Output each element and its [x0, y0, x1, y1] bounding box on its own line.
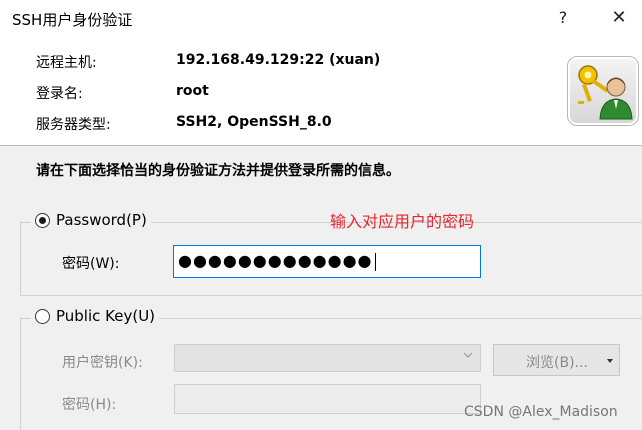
- passphrase-label: 密码(H):: [62, 397, 117, 413]
- password-radio-label: Password(P): [56, 211, 147, 229]
- password-masked-value: ●●●●●●●●●●●●●: [178, 251, 373, 270]
- login-name-label: 登录名:: [36, 86, 83, 102]
- remote-host-label: 远程主机:: [36, 55, 97, 71]
- password-field-label: 密码(W):: [62, 256, 120, 272]
- user-key-label: 用户密钥(K):: [62, 355, 143, 371]
- passphrase-field[interactable]: [174, 384, 481, 414]
- connection-info-panel: 远程主机: 192.168.49.129:22 (xuan) 登录名: root…: [0, 36, 642, 146]
- keys-user-icon: [567, 56, 639, 126]
- password-radio[interactable]: [35, 212, 50, 228]
- text-caret: [374, 252, 376, 271]
- title-bar: SSH用户身份验证 ? ✕: [0, 0, 642, 36]
- login-name-value: root: [176, 83, 209, 99]
- publickey-radio-option[interactable]: Public Key(U): [31, 307, 160, 325]
- browse-button[interactable]: 浏览(B)...: [493, 344, 620, 376]
- publickey-radio-label: Public Key(U): [56, 307, 156, 325]
- instruction-text: 请在下面选择恰当的身份验证方法并提供登录所需的信息。: [36, 163, 400, 179]
- password-field[interactable]: ●●●●●●●●●●●●●: [173, 245, 481, 278]
- window-title: SSH用户身份验证: [12, 11, 133, 29]
- chevron-down-icon: [462, 349, 474, 364]
- close-button[interactable]: ✕: [604, 4, 634, 32]
- publickey-radio[interactable]: [35, 308, 50, 324]
- watermark-text: CSDN @Alex_Madison: [464, 404, 618, 420]
- browse-button-label: 浏览(B)...: [526, 355, 588, 371]
- ssh-auth-dialog: SSH用户身份验证 ? ✕ 远程主机: 192.168.49.129:22 (x…: [0, 0, 642, 430]
- password-radio-option[interactable]: Password(P): [31, 211, 151, 229]
- user-key-select[interactable]: [174, 344, 481, 372]
- dropdown-arrow-icon: [607, 359, 613, 363]
- server-type-value: SSH2, OpenSSH_8.0: [176, 114, 332, 130]
- help-button[interactable]: ?: [548, 4, 578, 32]
- annotation-note: 输入对应用户的密码: [330, 212, 475, 231]
- remote-host-value: 192.168.49.129:22 (xuan): [176, 52, 381, 68]
- server-type-label: 服务器类型:: [36, 117, 111, 133]
